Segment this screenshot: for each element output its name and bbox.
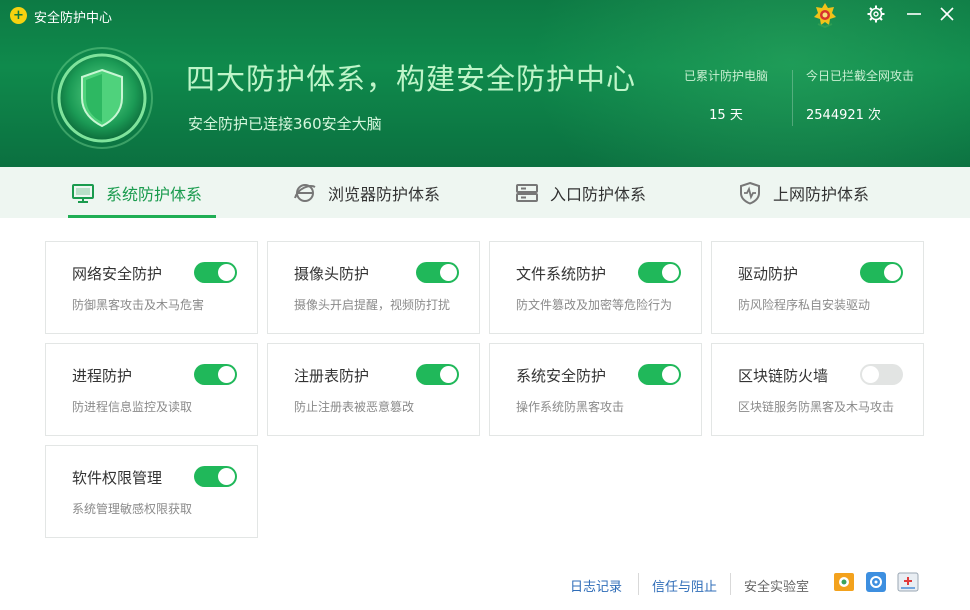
stat-label: 今日已拦截全网攻击 <box>806 69 915 83</box>
server-icon <box>516 183 538 202</box>
log-records-link[interactable]: 日志记录 <box>570 576 622 595</box>
toggle-knob <box>662 264 679 281</box>
card-blockchain-firewall: 区块链防火墙 区块链服务防黑客及木马攻击 <box>711 343 924 436</box>
toggle-knob <box>862 366 879 383</box>
card-title: 注册表防护 <box>294 367 370 385</box>
stat-divider <box>792 70 793 126</box>
headline: 四大防护体系，构建安全防护中心 <box>186 62 637 96</box>
lab-app-icon-2[interactable] <box>865 571 887 593</box>
toggle-knob <box>218 468 235 485</box>
stat-blocked-attacks: 今日已拦截全网攻击 2544921 次 <box>806 67 930 123</box>
tab-label: 上网防护体系 <box>773 184 870 204</box>
card-description: 系统管理敏感权限获取 <box>72 502 193 516</box>
card-process-protection: 进程防护 防进程信息监控及读取 <box>45 343 258 436</box>
toggle-switch[interactable] <box>194 364 237 385</box>
toggle-switch[interactable] <box>638 364 681 385</box>
toggle-switch[interactable] <box>416 262 459 283</box>
gear-icon[interactable] <box>866 4 886 24</box>
toggle-knob <box>218 366 235 383</box>
card-network-security: 网络安全防护 防御黑客攻击及木马危害 <box>45 241 258 334</box>
card-driver-protection: 驱动防护 防风险程序私自安装驱动 <box>711 241 924 334</box>
header-banner: + 安全防护中心 四大防护体系，构建安全防护中心 安全防护已连接360安全大脑 … <box>0 0 970 167</box>
lab-app-icon-1[interactable] <box>833 571 855 593</box>
toggle-switch[interactable] <box>638 262 681 283</box>
card-system-security-protection: 系统安全防护 操作系统防黑客攻击 <box>489 343 702 436</box>
card-description: 防御黑客攻击及木马危害 <box>72 298 205 312</box>
stat-value: 15 天 <box>709 108 743 123</box>
card-title: 软件权限管理 <box>72 469 163 487</box>
card-software-permission: 软件权限管理 系统管理敏感权限获取 <box>45 445 258 538</box>
tab-entry-protection[interactable]: 入口防护体系 <box>514 167 646 218</box>
card-description: 摄像头开启提醒，视频防打扰 <box>294 298 451 312</box>
toggle-switch[interactable] <box>416 364 459 385</box>
footer-divider <box>638 573 639 595</box>
trust-block-link[interactable]: 信任与阻止 <box>652 576 717 595</box>
card-description: 防进程信息监控及读取 <box>72 400 193 414</box>
lab-app-icon-3[interactable] <box>897 571 919 593</box>
card-title: 摄像头防护 <box>294 265 370 283</box>
card-title: 文件系统防护 <box>516 265 607 283</box>
card-description: 防止注册表被恶意篡改 <box>294 400 415 414</box>
footer-divider <box>730 573 731 595</box>
stat-value: 2544921 次 <box>806 108 882 123</box>
card-file-system-protection: 文件系统防护 防文件篡改及加密等危险行为 <box>489 241 702 334</box>
card-description: 区块链服务防黑客及木马攻击 <box>738 400 895 414</box>
title-bar: + 安全防护中心 <box>0 0 970 30</box>
card-registry-protection: 注册表防护 防止注册表被恶意篡改 <box>267 343 480 436</box>
toggle-switch[interactable] <box>860 364 903 385</box>
minimize-icon[interactable] <box>904 4 924 24</box>
police-badge-icon[interactable] <box>812 2 838 28</box>
tab-bar: 系统防护体系 浏览器防护体系 入口防护体系 上网防护体系 <box>0 167 970 218</box>
close-icon[interactable] <box>937 4 957 24</box>
card-title: 进程防护 <box>72 367 133 385</box>
tab-internet-protection[interactable]: 上网防护体系 <box>737 167 869 218</box>
brain-connection-status: 安全防护已连接360安全大脑 <box>188 115 382 133</box>
card-description: 防文件篡改及加密等危险行为 <box>516 298 673 312</box>
card-description: 防风险程序私自安装驱动 <box>738 298 871 312</box>
window-title: 安全防护中心 <box>34 11 113 26</box>
stat-protected-days: 已累计防护电脑 15 天 <box>678 67 774 123</box>
card-camera-protection: 摄像头防护 摄像头开启提醒，视频防打扰 <box>267 241 480 334</box>
tab-label: 浏览器防护体系 <box>328 184 441 204</box>
app-logo-icon: + <box>10 7 27 24</box>
monitor-icon <box>72 183 94 203</box>
card-title: 区块链防火墙 <box>738 367 829 385</box>
tab-system-protection[interactable]: 系统防护体系 <box>67 167 217 218</box>
toggle-switch[interactable] <box>194 466 237 487</box>
shield-emblem-icon <box>51 47 153 149</box>
toggle-knob <box>440 366 457 383</box>
security-lab-label: 安全实验室 <box>744 580 810 595</box>
toggle-knob <box>884 264 901 281</box>
tab-label: 入口防护体系 <box>550 184 647 204</box>
tab-label: 系统防护体系 <box>106 184 203 204</box>
card-description: 操作系统防黑客攻击 <box>516 400 625 414</box>
card-title: 驱动防护 <box>738 265 799 283</box>
toggle-switch[interactable] <box>860 262 903 283</box>
toggle-knob <box>662 366 679 383</box>
card-title: 网络安全防护 <box>72 265 163 283</box>
tab-browser-protection[interactable]: 浏览器防护体系 <box>292 167 440 218</box>
toggle-knob <box>218 264 235 281</box>
toggle-switch[interactable] <box>194 262 237 283</box>
card-title: 系统安全防护 <box>516 367 607 385</box>
pulse-shield-icon <box>740 181 760 205</box>
toggle-knob <box>440 264 457 281</box>
stat-label: 已累计防护电脑 <box>683 69 768 83</box>
browser-icon <box>294 183 316 202</box>
